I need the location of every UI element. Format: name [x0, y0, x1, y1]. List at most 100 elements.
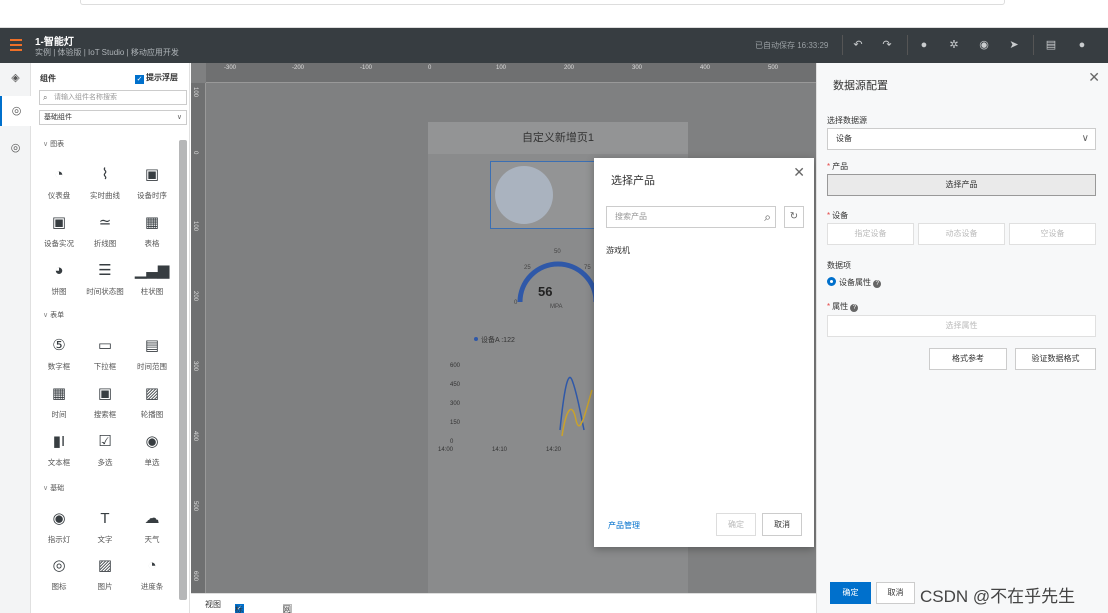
x-tick: 14:00	[438, 447, 454, 453]
comp-image[interactable]: ▨ 图片	[80, 555, 130, 597]
undo-icon[interactable]: ↶	[850, 37, 866, 53]
section-chart[interactable]: 图表	[43, 139, 64, 149]
help-icon[interactable]: ●	[1074, 37, 1090, 53]
comp-gauge[interactable]: ◔ 仪表盘	[34, 164, 84, 206]
comp-search-box[interactable]: ▣ 搜索框	[80, 383, 130, 425]
comp-checkbox[interactable]: ☑ 多选	[80, 431, 130, 473]
product-search-input[interactable]: 搜索产品 ⌕	[606, 206, 776, 228]
text-icon: T	[100, 510, 110, 527]
comp-table[interactable]: ▦ 表格	[127, 212, 177, 254]
gauge-tick: 0	[514, 300, 518, 306]
comp-icon[interactable]: ◎ 图标	[34, 555, 84, 597]
search-icon[interactable]: ⌕	[764, 207, 771, 227]
weather-icon: ☁	[144, 510, 160, 527]
layers-icon[interactable]: ◈	[0, 63, 31, 93]
product-manage-link[interactable]: 产品管理	[608, 520, 640, 531]
pie-icon: ◕	[54, 262, 64, 279]
preview-icon[interactable]: ◉	[976, 37, 992, 53]
close-icon[interactable]: ✕	[1088, 69, 1100, 86]
settings-icon[interactable]: ◎	[0, 133, 31, 163]
gauge-arc	[517, 261, 599, 303]
source-label: 选择数据源	[827, 116, 867, 125]
comp-time-range[interactable]: ▤ 时间范围	[127, 335, 177, 377]
comp-carousel[interactable]: ▨ 轮播图	[127, 383, 177, 425]
comp-radio[interactable]: ◉ 单选	[127, 431, 177, 473]
line-chart-icon: ≃	[98, 214, 112, 231]
side-rail: ◈ ◎ ◎	[0, 63, 31, 613]
device-attr-radio[interactable]: 设备属性 ?	[827, 277, 882, 288]
publish-icon[interactable]: ➤	[1006, 37, 1022, 53]
checkbox-icon: ☑	[98, 433, 112, 450]
comp-textbox[interactable]: ▮I 文本框	[34, 431, 84, 473]
components-icon[interactable]: ◎	[0, 96, 31, 126]
datasource-config-panel: 数据源配置 ✕ 选择数据源 设备 ∨ * 产品 选择产品 * 设备 指定设备 动态设备…	[816, 63, 1108, 613]
empty-device-button[interactable]: 空设备	[1009, 223, 1096, 245]
component-search-input[interactable]: ⌕ 请输入组件名称搜索	[39, 90, 187, 105]
search-box-icon: ▣	[97, 385, 113, 402]
format-reference-button[interactable]: 格式参考	[929, 348, 1007, 370]
confirm-button[interactable]: 确定	[830, 582, 871, 604]
y-tick: 450	[450, 382, 461, 388]
comp-line-chart[interactable]: ≃ 折线图	[80, 212, 130, 254]
component-category-select[interactable]: 基础组件 ∨	[39, 110, 187, 125]
product-label: * 产品	[827, 162, 849, 171]
comp-text[interactable]: T 文字	[80, 508, 130, 550]
comp-realtime-curve[interactable]: ⌇ 实时曲线	[80, 164, 130, 206]
dynamic-device-button[interactable]: 动态设备	[918, 223, 1005, 245]
comp-device-live[interactable]: ▣ 设备实况	[34, 212, 84, 254]
timeseries-icon: ▣	[144, 166, 160, 183]
attr-label: * 属性 ?	[827, 301, 859, 312]
dropdown-icon: ▭	[97, 337, 113, 354]
comp-pie[interactable]: ◕ 饼图	[34, 260, 84, 302]
live-icon: ▣	[51, 214, 67, 231]
chevron-down-icon: ∨	[1081, 133, 1089, 144]
comp-number-box[interactable]: ⑤ 数字框	[34, 335, 84, 377]
cancel-button[interactable]: 取消	[876, 582, 915, 604]
y-tick: 300	[450, 401, 461, 407]
refresh-icon[interactable]: ↻	[784, 206, 804, 228]
float-tip-checkbox[interactable]: ✓ 提示浮层	[135, 72, 178, 84]
check-icon[interactable]: ●	[916, 37, 932, 53]
gauge-unit: MPA	[550, 304, 563, 310]
carousel-icon: ▨	[144, 385, 160, 402]
comp-weather[interactable]: ☁ 天气	[127, 508, 177, 550]
comp-bar[interactable]: ▁▃▆ 柱状图	[127, 260, 177, 302]
debug-icon[interactable]: ✲	[946, 37, 962, 53]
select-product-button[interactable]: 选择产品	[827, 174, 1096, 196]
comp-indicator[interactable]: ◉ 指示灯	[34, 508, 84, 550]
browser-bar	[0, 0, 1108, 28]
dialog-cancel-button[interactable]: 取消	[762, 513, 802, 536]
app-window: 1-智能灯 实例 | 体验版 | IoT Studio | 移动应用开发 已自动…	[0, 0, 1108, 613]
select-attr-button[interactable]: 选择属性	[827, 315, 1096, 337]
product-list-item[interactable]: 游戏机	[606, 245, 630, 256]
number-icon: ⑤	[52, 337, 66, 354]
image-icon: ▨	[97, 557, 113, 574]
selected-widget[interactable]	[490, 161, 605, 229]
chevron-down-icon: ∨	[176, 114, 182, 121]
redo-icon[interactable]: ↷	[879, 37, 895, 53]
close-icon[interactable]: ✕	[793, 164, 805, 181]
watermark: CSDN @不在乎先生	[920, 587, 1076, 606]
comp-progress[interactable]: ◔ 进度条	[127, 555, 177, 597]
textbox-icon: ▮I	[52, 433, 66, 450]
section-basic[interactable]: 基础	[43, 483, 64, 493]
doc-icon[interactable]: ▤	[1043, 37, 1059, 53]
menu-icon[interactable]	[10, 39, 22, 51]
panel-scrollbar[interactable]	[179, 140, 187, 600]
x-tick: 14:20	[546, 447, 562, 453]
radio-icon: ◉	[145, 433, 159, 450]
device-label: * 设备	[827, 211, 849, 220]
source-select[interactable]: 设备 ∨	[827, 128, 1096, 150]
dialog-ok-button[interactable]: 确定	[716, 513, 756, 536]
comp-time[interactable]: ▦ 时间	[34, 383, 84, 425]
comp-time-state[interactable]: ☰ 时间状态图	[80, 260, 130, 302]
gauge-tick: 50	[554, 249, 561, 255]
specified-device-button[interactable]: 指定设备	[827, 223, 914, 245]
comp-dropdown[interactable]: ▭ 下拉框	[80, 335, 130, 377]
search-icon: ⌕	[43, 93, 48, 102]
verify-format-button[interactable]: 验证数据格式	[1015, 348, 1096, 370]
y-tick: 0	[450, 439, 454, 445]
section-form[interactable]: 表单	[43, 310, 64, 320]
comp-device-timeseries[interactable]: ▣ 设备时序	[127, 164, 177, 206]
component-panel: 组件 ✓提示浮层 ⌕请输入组件名称搜索 基础组件∨ 图表 表单 基础 ◔仪表盘 …	[31, 63, 190, 613]
